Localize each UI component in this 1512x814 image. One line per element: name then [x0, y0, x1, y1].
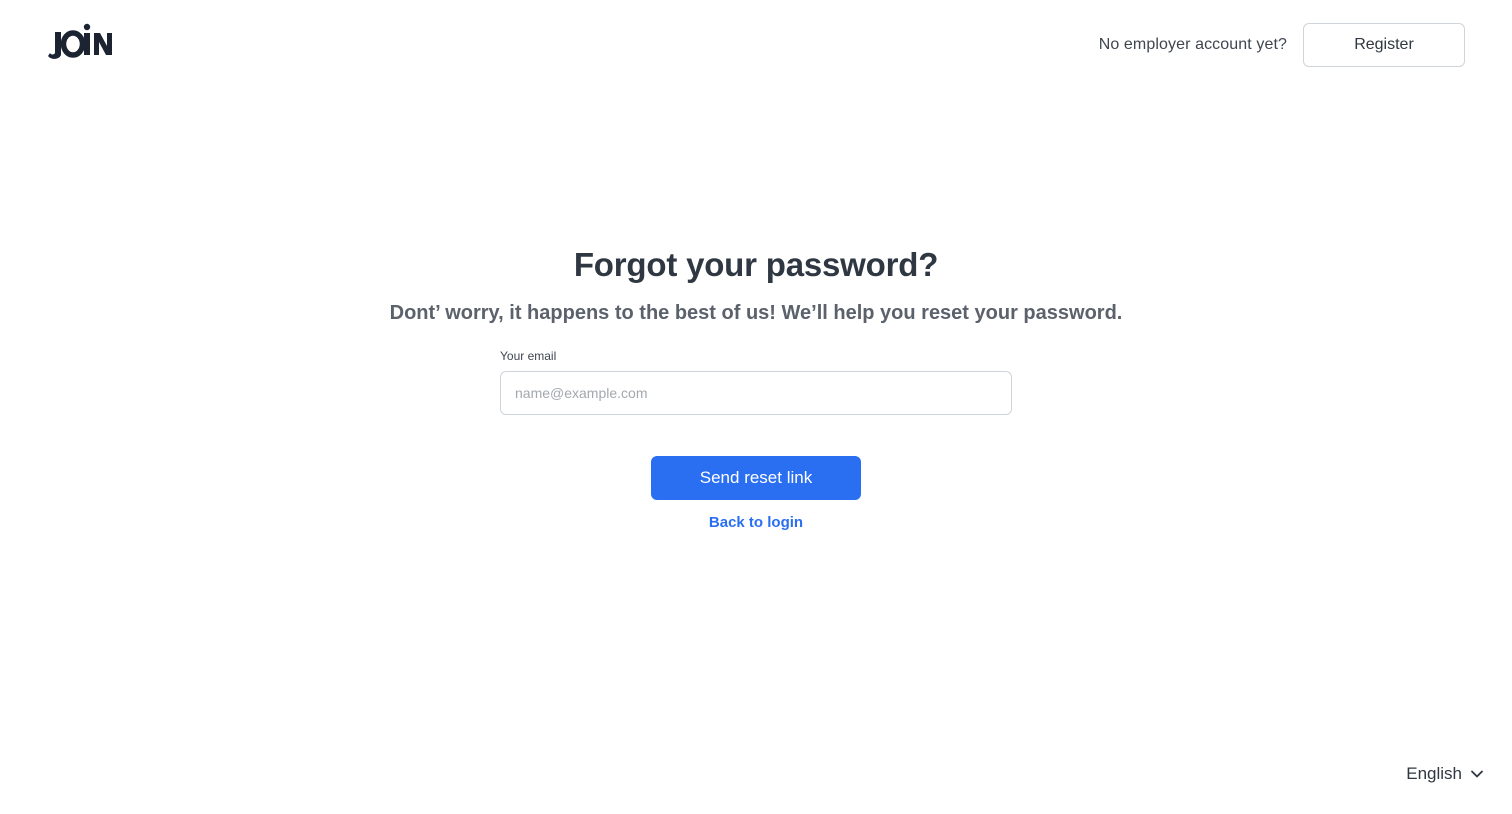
reset-password-panel: Forgot your password? Dont’ worry, it ha… [0, 244, 1512, 326]
page: No employer account yet? Register Forgot… [0, 0, 1512, 814]
email-input[interactable] [500, 371, 1012, 415]
language-selector[interactable]: English [1406, 764, 1484, 784]
back-to-login-link[interactable]: Back to login [709, 514, 803, 531]
join-logo-icon[interactable] [46, 22, 114, 62]
register-button[interactable]: Register [1303, 23, 1465, 67]
send-reset-link-button[interactable]: Send reset link [651, 456, 861, 500]
chevron-down-icon [1470, 767, 1484, 781]
reset-form: Your email [500, 349, 1012, 415]
email-label: Your email [500, 349, 557, 363]
header-actions: No employer account yet? Register [1099, 23, 1465, 67]
page-subtitle: Dont’ worry, it happens to the best of u… [389, 302, 1123, 324]
no-account-text: No employer account yet? [1098, 36, 1287, 53]
back-link-row: Back to login [0, 514, 1512, 531]
language-label: English [1406, 764, 1462, 783]
page-title: Forgot your password? [573, 246, 939, 283]
